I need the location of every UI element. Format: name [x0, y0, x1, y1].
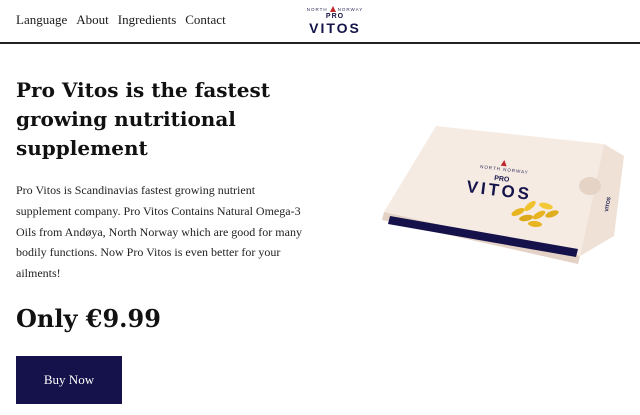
logo-subtitle: NORTH NORWAY: [305, 6, 365, 12]
nav-link-ingredients[interactable]: Ingredients: [118, 12, 176, 28]
nav-link-about[interactable]: About: [76, 12, 109, 28]
logo-sub-text-right: NORWAY: [337, 6, 364, 12]
box-thumb-notch: [579, 177, 601, 195]
price-label: Only €9.99: [16, 304, 161, 333]
hero-description: Pro Vitos is Scandinavias fastest growin…: [16, 183, 302, 281]
buy-now-button[interactable]: Buy Now: [16, 356, 122, 404]
product-box-image: NORTH NORWAY PRO VITOS VITOS: [382, 126, 624, 264]
logo-sub-text-left: NORTH: [306, 6, 328, 12]
hero-title: Pro Vitos is the fastest growing nutriti…: [16, 78, 271, 160]
logo-brand-name: VITOS: [309, 20, 361, 36]
nav-menu: Language About Ingredients Contact: [16, 12, 226, 28]
brand-logo[interactable]: NORTH NORWAY PRO VITOS: [305, 6, 365, 35]
nav-link-language[interactable]: Language: [16, 12, 67, 28]
nav-link-contact[interactable]: Contact: [185, 12, 225, 28]
logo-triangle-icon: [329, 6, 336, 12]
top-navbar: Language About Ingredients Contact NORTH…: [0, 0, 640, 44]
